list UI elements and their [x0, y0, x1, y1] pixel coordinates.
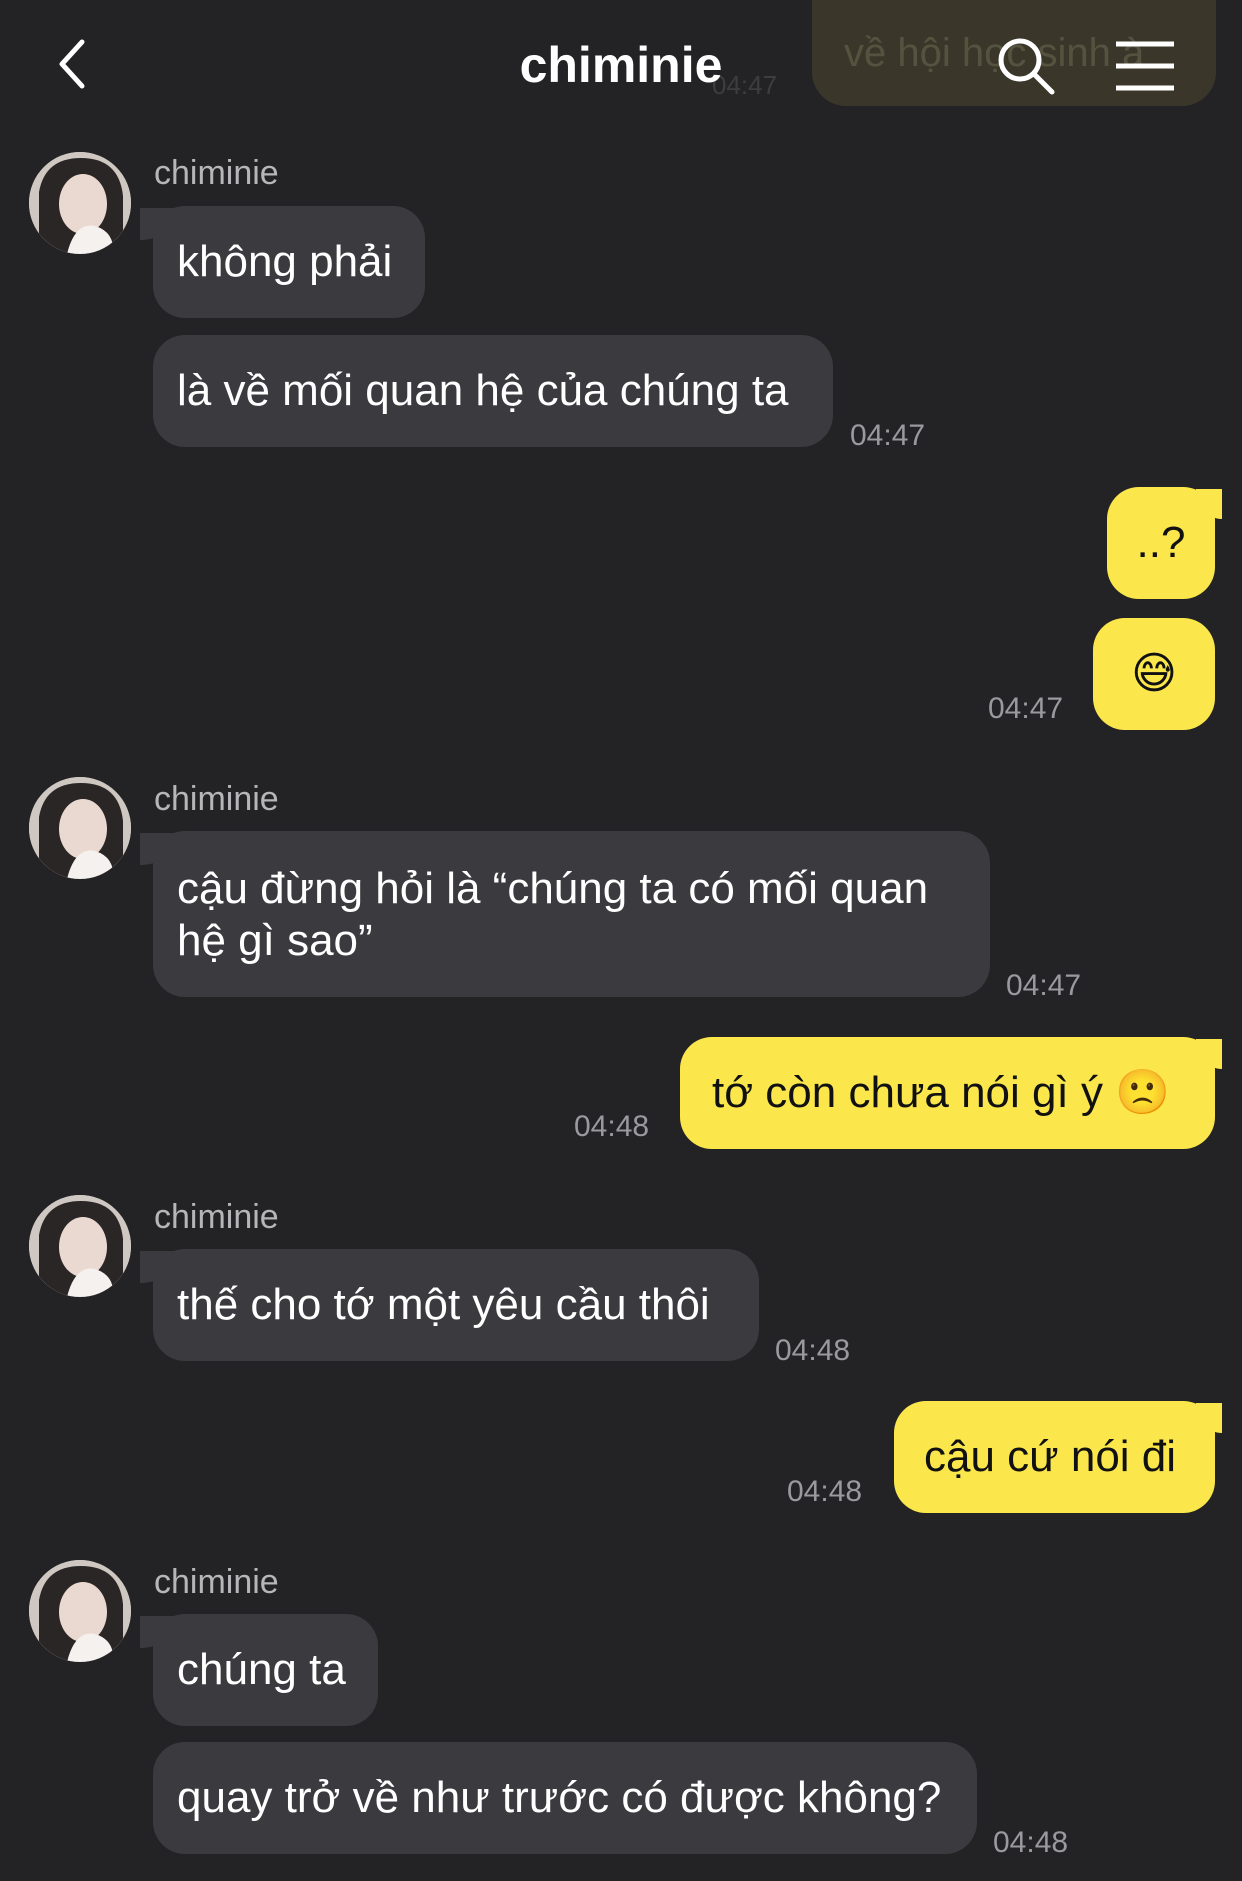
message-timestamp: 04:48 [787, 1475, 863, 1508]
search-icon[interactable] [994, 34, 1058, 98]
contact-avatar[interactable] [29, 1195, 131, 1297]
hamburger-menu-icon[interactable] [1112, 38, 1178, 94]
message-timestamp: 04:47 [1006, 969, 1082, 1002]
grinning-sweat-emoji: 😅 [1131, 648, 1177, 699]
message-timestamp: 04:48 [993, 1826, 1069, 1859]
incoming-message-bubble[interactable]: chúng ta [153, 1614, 378, 1726]
contact-avatar[interactable] [29, 152, 131, 254]
incoming-message-bubble[interactable]: cậu đừng hỏi là “chúng ta có mối quan hệ… [153, 831, 990, 997]
contact-avatar[interactable] [29, 777, 131, 879]
back-icon[interactable] [48, 34, 108, 94]
outgoing-message-bubble[interactable]: cậu cứ nói đi [894, 1401, 1215, 1513]
incoming-message-bubble[interactable]: quay trở về như trước có được không? [153, 1742, 977, 1854]
outgoing-message-bubble[interactable]: 😅 [1093, 618, 1215, 730]
message-timestamp: 04:48 [775, 1334, 851, 1367]
sender-name: chiminie [154, 780, 279, 818]
sender-name: chiminie [154, 154, 279, 192]
message-timestamp: 04:47 [850, 419, 926, 452]
contact-avatar[interactable] [29, 1560, 131, 1662]
outgoing-message-bubble[interactable]: tớ còn chưa nói gì ý 🙁 [680, 1037, 1215, 1149]
sender-name: chiminie [154, 1198, 279, 1236]
incoming-message-bubble[interactable]: là về mối quan hệ của chúng ta [153, 335, 833, 447]
outgoing-message-bubble[interactable]: ..? [1107, 487, 1215, 599]
message-timestamp: 04:48 [574, 1110, 650, 1143]
incoming-message-bubble[interactable]: thế cho tớ một yêu cầu thôi [153, 1249, 759, 1361]
incoming-message-bubble[interactable]: không phải [153, 206, 425, 318]
sender-name: chiminie [154, 1563, 279, 1601]
message-timestamp: 04:47 [988, 692, 1064, 725]
